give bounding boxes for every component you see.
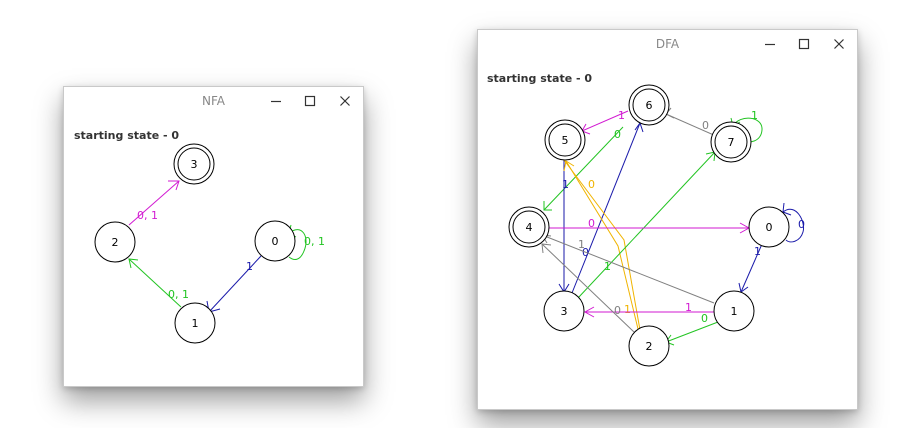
dfa-state-0: 0 — [748, 206, 790, 248]
dfa-edge-label-5-3: 1 — [562, 178, 569, 191]
dfa-edge-label-2-5-b: 0 — [588, 178, 595, 191]
dfa-graph: 0 1 1 0 1 0 — [508, 84, 805, 367]
dfa-state-5: 5 — [544, 119, 586, 161]
nfa-edge-label-2-3: 0, 1 — [137, 209, 158, 222]
dfa-state-2: 2 — [628, 325, 670, 367]
dfa-edge-label-6-5: 1 — [618, 109, 625, 122]
dfa-edge-4-0: 0 — [548, 217, 751, 234]
dfa-edge-label-0-4: 0 — [588, 217, 595, 230]
nfa-state-3-label: 3 — [191, 158, 198, 171]
dfa-edge-label-5-4: 0 — [614, 128, 621, 141]
dfa-edge-label-1-4: 1 — [578, 238, 585, 251]
dfa-state-1-label: 1 — [731, 305, 738, 318]
nfa-state-1-label: 1 — [192, 317, 199, 330]
dfa-state-7-label: 7 — [728, 136, 735, 149]
nfa-edge-1-2: 0, 1 — [128, 258, 189, 308]
dfa-state-2-label: 2 — [646, 340, 653, 353]
dfa-state-1: 1 — [713, 290, 755, 332]
nfa-edge-label-1-2: 0, 1 — [168, 288, 189, 301]
dfa-window: DFA starting state - 0 0 1 1 0 1 1 0 1 0… — [477, 29, 858, 410]
dfa-edge-label-2-5-a: 1 — [624, 303, 631, 316]
nfa-graph: 1 0, 1 0, 1 0, 1 3 2 0 1 — [94, 143, 325, 344]
dfa-state-6-label: 6 — [646, 99, 653, 112]
dfa-edge-0-1: 1 — [738, 243, 763, 293]
dfa-edge-label-2-4: 0 — [614, 304, 621, 317]
dfa-edge-label-7-6: 0 — [702, 119, 709, 132]
nfa-state-0: 0 — [254, 220, 296, 262]
dfa-state-4-label: 4 — [526, 221, 533, 234]
nfa-state-2-label: 2 — [112, 236, 119, 249]
dfa-edge-label-0-1: 1 — [754, 245, 761, 258]
nfa-state-3: 3 — [173, 143, 215, 185]
nfa-edge-label-0-1: 1 — [246, 260, 253, 273]
nfa-window: NFA starting state - 0 1 0, 1 0, 1 0, 1 … — [63, 86, 364, 387]
nfa-edge-2-3: 0, 1 — [128, 180, 180, 226]
dfa-edge-label-1-3: 1 — [685, 301, 692, 314]
nfa-state-2: 2 — [94, 221, 136, 263]
dfa-state-3: 3 — [543, 290, 585, 332]
dfa-edge-1-2: 0 — [665, 312, 719, 346]
nfa-edge-0-1: 1 — [206, 255, 262, 313]
dfa-state-0-label: 0 — [766, 221, 773, 234]
dfa-state-5-label: 5 — [562, 134, 569, 147]
dfa-state-4: 4 — [508, 206, 550, 248]
nfa-edge-label-0-0: 0, 1 — [304, 235, 325, 248]
dfa-edge-label-1-2: 0 — [701, 312, 708, 325]
dfa-state-7: 7 — [710, 121, 752, 163]
dfa-edge-5-3: 1 — [558, 160, 570, 293]
nfa-state-0-label: 0 — [272, 235, 279, 248]
dfa-edge-6-5: 1 — [581, 109, 629, 135]
dfa-edge-label-0-0: 0 — [798, 218, 805, 231]
dfa-edge-label-7-7: 1 — [751, 109, 758, 122]
nfa-state-1: 1 — [174, 302, 216, 344]
dfa-edge-7-6: 0 — [665, 107, 717, 137]
dfa-state-3-label: 3 — [561, 305, 568, 318]
dfa-state-6: 6 — [628, 84, 670, 126]
